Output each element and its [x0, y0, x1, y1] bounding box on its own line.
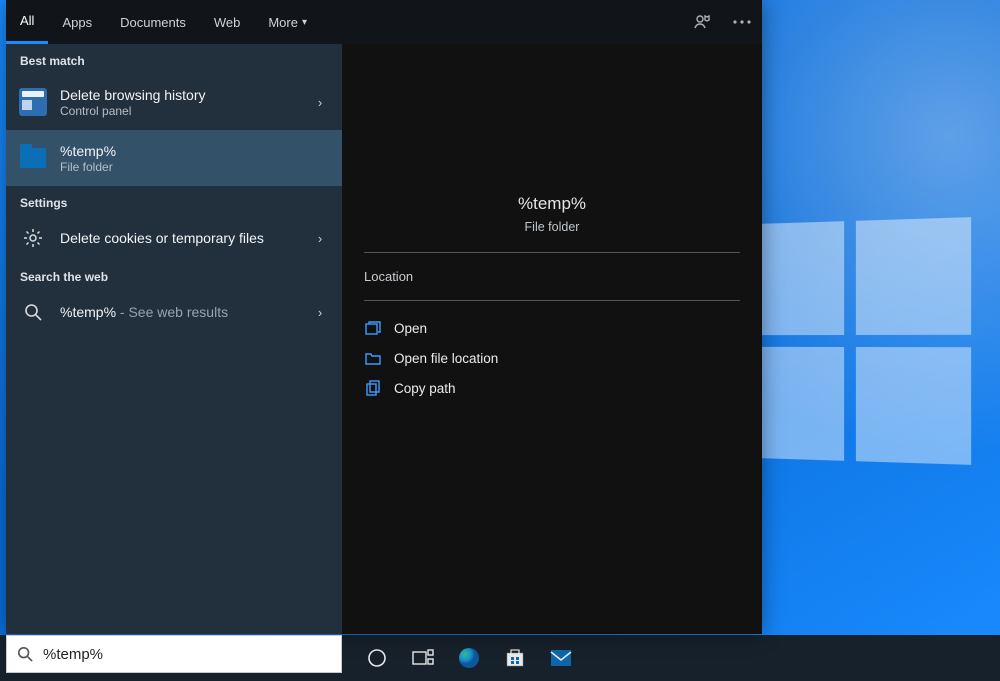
result-web-search[interactable]: %temp% - See web results › — [6, 290, 342, 334]
folder-open-icon — [364, 349, 382, 367]
action-open[interactable]: Open — [364, 313, 740, 343]
tab-documents[interactable]: Documents — [106, 0, 200, 44]
gear-icon — [23, 228, 43, 248]
taskbar-store-button[interactable] — [492, 635, 538, 681]
taskbar-mail-button[interactable] — [538, 635, 584, 681]
copy-icon — [364, 379, 382, 397]
folder-icon — [20, 148, 46, 168]
detail-thumbnail — [364, 44, 740, 164]
search-icon — [17, 646, 33, 662]
result-temp-folder[interactable]: %temp% File folder — [6, 130, 342, 186]
section-settings: Settings — [6, 186, 342, 216]
more-options-button[interactable] — [722, 0, 762, 44]
section-best-match: Best match — [6, 44, 342, 74]
action-copy-path[interactable]: Copy path — [364, 373, 740, 403]
control-panel-icon — [19, 88, 47, 116]
search-scope-tabs: All Apps Documents Web More▾ — [6, 0, 762, 44]
tab-apps[interactable]: Apps — [48, 0, 106, 44]
chevron-right-icon: › — [308, 305, 332, 320]
details-pane: %temp% File folder Location Open Open fi… — [342, 0, 762, 634]
detail-location-label: Location — [364, 265, 740, 288]
chevron-right-icon: › — [308, 231, 332, 246]
detail-subtitle: File folder — [364, 220, 740, 234]
section-search-web: Search the web — [6, 260, 342, 290]
feedback-button[interactable] — [682, 0, 722, 44]
search-input[interactable] — [43, 646, 331, 663]
results-pane: Best match Delete browsing history Contr… — [6, 0, 342, 634]
action-open-file-location[interactable]: Open file location — [364, 343, 740, 373]
windows-logo-icon — [736, 217, 971, 465]
chevron-right-icon: › — [308, 95, 332, 110]
result-delete-cookies[interactable]: Delete cookies or temporary files › — [6, 216, 342, 260]
result-delete-browsing-history[interactable]: Delete browsing history Control panel › — [6, 74, 342, 130]
tab-all[interactable]: All — [6, 0, 48, 44]
search-box[interactable] — [6, 635, 342, 673]
search-icon — [24, 303, 42, 321]
chevron-down-icon: ▾ — [302, 17, 307, 28]
taskbar-taskview-button[interactable] — [400, 635, 446, 681]
taskbar-edge-button[interactable] — [446, 635, 492, 681]
open-icon — [364, 319, 382, 337]
tab-more[interactable]: More▾ — [254, 0, 321, 44]
search-flyout: All Apps Documents Web More▾ Best match … — [6, 0, 762, 634]
tab-web[interactable]: Web — [200, 0, 255, 44]
taskbar-cortana-button[interactable] — [354, 635, 400, 681]
detail-title: %temp% — [364, 194, 740, 214]
